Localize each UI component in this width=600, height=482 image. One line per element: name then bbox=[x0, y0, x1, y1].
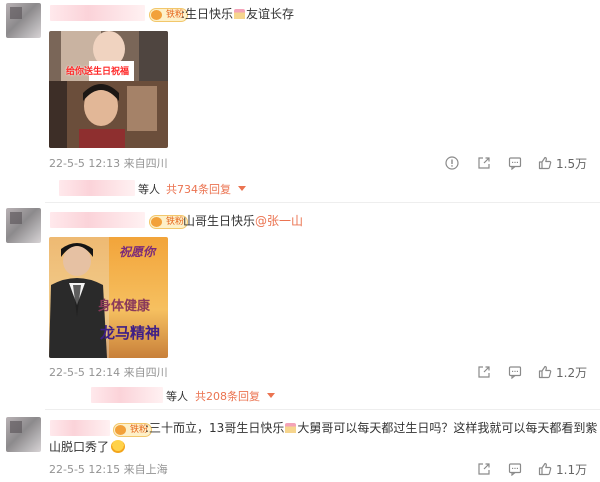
like-count: 1.2万 bbox=[556, 365, 588, 380]
fan-badge-icon bbox=[115, 425, 126, 435]
like-count: 1.5万 bbox=[556, 156, 588, 171]
thumbs-up-icon bbox=[538, 365, 552, 379]
comment-text-part: :生日快乐 bbox=[181, 7, 234, 21]
user-name[interactable] bbox=[50, 420, 110, 436]
video-still-image-icon bbox=[49, 31, 168, 148]
replies-suffix: 等人 bbox=[138, 183, 160, 196]
comment-meta: 22-5-5 12:14 来自四川 bbox=[49, 366, 168, 379]
thumbs-up-icon bbox=[538, 462, 552, 476]
reply-user-name bbox=[91, 387, 163, 403]
comment-text-part: :三十而立，13哥生日快乐 bbox=[145, 421, 285, 435]
share-button[interactable] bbox=[477, 461, 491, 477]
comment-text: :三十而立，13哥生日快乐 大舅哥可以每天都过生日吗？这样我就可以每天都看到紫 bbox=[145, 420, 597, 437]
comment-item: 铁粉 :三十而立，13哥生日快乐 大舅哥可以每天都过生日吗？这样我就可以每天都看到… bbox=[0, 411, 600, 482]
share-icon bbox=[478, 366, 490, 378]
comment-text-part: 山脱口秀了 bbox=[49, 440, 110, 454]
like-button[interactable]: 1.5万 bbox=[538, 155, 587, 171]
comment-button[interactable] bbox=[508, 155, 522, 171]
replies-count-link[interactable]: 共208条回复 bbox=[195, 388, 260, 404]
reply-user-name bbox=[59, 180, 135, 196]
replies-summary[interactable]: 等人 共734条回复 bbox=[45, 178, 600, 198]
share-button[interactable] bbox=[477, 155, 491, 171]
comment-text-part: 友谊长存 bbox=[246, 7, 295, 21]
fan-badge-icon bbox=[151, 217, 162, 227]
comment-icon bbox=[508, 463, 522, 476]
laughing-emoji-icon bbox=[111, 440, 126, 453]
report-icon bbox=[445, 156, 459, 170]
caret-down-icon bbox=[238, 186, 246, 191]
share-icon bbox=[478, 157, 490, 169]
share-button[interactable] bbox=[477, 364, 491, 380]
user-name[interactable] bbox=[50, 5, 145, 21]
comment-text-line2: 山脱口秀了 bbox=[49, 439, 126, 456]
share-icon bbox=[478, 463, 490, 475]
fan-badge-icon bbox=[151, 10, 162, 20]
avatar[interactable] bbox=[6, 208, 41, 243]
divider bbox=[45, 409, 600, 410]
comment-button[interactable] bbox=[508, 364, 522, 380]
comment-item: 铁粉 :生日快乐友谊长存 给你送生日祝福 22-5-5 12:13 来自四川 bbox=[0, 0, 600, 178]
comment-icon bbox=[508, 157, 522, 170]
comment-meta: 22-5-5 12:13 来自四川 bbox=[49, 157, 168, 170]
comment-icon bbox=[508, 366, 522, 379]
comment-actions: 1.2万 bbox=[477, 364, 595, 380]
like-count: 1.1万 bbox=[556, 462, 588, 477]
avatar[interactable] bbox=[6, 3, 41, 38]
cake-emoji-icon bbox=[285, 423, 297, 433]
replies-count-link[interactable]: 共734条回复 bbox=[166, 181, 231, 197]
comment-text-part: 山哥生日快乐 bbox=[183, 214, 256, 228]
comment-text: 山哥生日快乐@张一山 bbox=[183, 213, 303, 230]
replies-suffix: 等人 bbox=[166, 390, 188, 403]
card-line-1: 祝愿你 bbox=[119, 245, 156, 259]
comment-image[interactable]: 祝愿你 身体健康 龙马精神 bbox=[49, 237, 168, 358]
comment-actions: 1.1万 bbox=[477, 461, 595, 477]
thumbs-up-icon bbox=[538, 156, 552, 170]
fan-badge-label: 铁粉 bbox=[166, 217, 185, 227]
mention-link[interactable]: @张一山 bbox=[255, 214, 303, 228]
comment-button[interactable] bbox=[508, 461, 522, 477]
divider bbox=[45, 202, 600, 203]
comment-image[interactable]: 给你送生日祝福 bbox=[49, 31, 168, 148]
comment-text-part: 大舅哥可以每天都过生日吗？这样我就可以每天都看到紫 bbox=[297, 421, 598, 435]
image-caption: 给你送生日祝福 bbox=[66, 67, 130, 77]
card-line-2: 身体健康 bbox=[98, 299, 151, 314]
replies-summary[interactable]: 等人 共208条回复 bbox=[45, 385, 600, 405]
caret-down-icon bbox=[267, 393, 275, 398]
comment-meta: 22-5-5 12:15 来自上海 bbox=[49, 463, 168, 476]
comment-item: 铁粉 山哥生日快乐@张一山 祝愿你 身体健康 龙马精神 22-5-5 12:14 bbox=[0, 204, 600, 386]
report-button[interactable] bbox=[445, 155, 459, 171]
comment-text: :生日快乐 友谊长存 bbox=[181, 6, 294, 23]
avatar[interactable] bbox=[6, 417, 41, 452]
like-button[interactable]: 1.1万 bbox=[538, 461, 587, 477]
comment-actions: 1.5万 bbox=[445, 155, 595, 171]
user-name[interactable] bbox=[50, 212, 145, 228]
card-line-3: 龙马精神 bbox=[100, 324, 161, 342]
cake-emoji-icon bbox=[234, 9, 246, 19]
like-button[interactable]: 1.2万 bbox=[538, 364, 587, 380]
